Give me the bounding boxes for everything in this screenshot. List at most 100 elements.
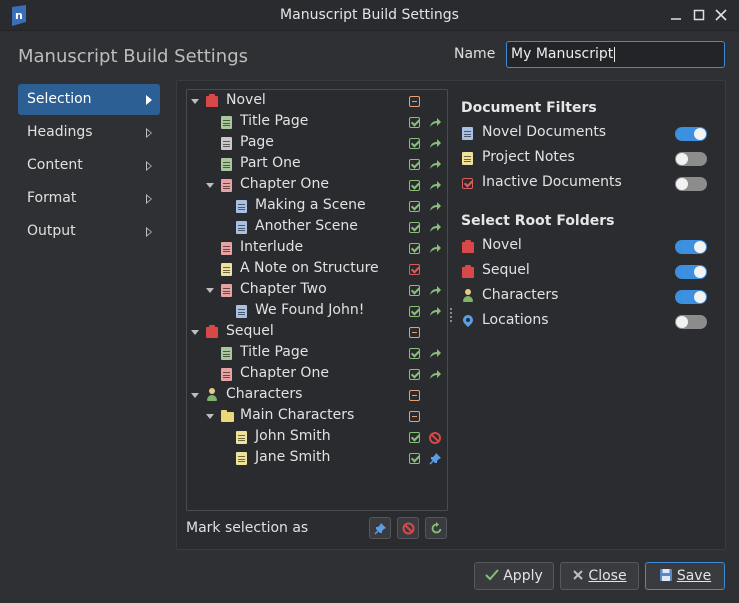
novel-root-toggle[interactable] — [675, 240, 707, 254]
expand-arrow-icon[interactable] — [191, 330, 199, 335]
tree-row-chapter-two[interactable]: Chapter Two — [187, 280, 447, 301]
sidebar-item-content[interactable]: Content — [18, 150, 160, 181]
characters-root-toggle[interactable] — [675, 290, 707, 304]
include-arrow-icon[interactable] — [429, 306, 442, 317]
included-check-icon[interactable] — [409, 117, 420, 128]
chevron-right-icon — [146, 161, 152, 171]
tree-row-page[interactable]: Page — [187, 133, 447, 154]
tree-row-sequel-title-page[interactable]: Title Page — [187, 343, 447, 364]
locations-root-toggle[interactable] — [675, 315, 707, 329]
splitter-handle[interactable] — [450, 308, 452, 326]
sequel-root-toggle[interactable] — [675, 265, 707, 279]
tree-item-label: Jane Smith — [255, 449, 331, 465]
text-caret — [614, 46, 616, 62]
partial-include-icon[interactable] — [409, 390, 420, 401]
included-check-icon[interactable] — [409, 306, 420, 317]
maximize-icon[interactable] — [690, 6, 708, 24]
expand-arrow-icon[interactable] — [191, 393, 199, 398]
sidebar-item-format[interactable]: Format — [18, 183, 160, 214]
excluded-icon[interactable] — [429, 432, 441, 444]
sidebar-item-output[interactable]: Output — [18, 216, 160, 247]
project-tree[interactable]: Novel Title Page Page Part One Chapter O… — [186, 89, 448, 511]
mark-reset-button[interactable] — [425, 517, 447, 539]
apply-button[interactable]: Apply — [474, 562, 554, 590]
sidebar-item-label: Content — [27, 157, 83, 173]
minimize-icon[interactable] — [667, 6, 685, 24]
close-button-label: Close — [588, 568, 627, 584]
name-input[interactable]: My Manuscript — [506, 41, 725, 68]
included-check-icon[interactable] — [409, 243, 420, 254]
included-check-icon[interactable] — [409, 222, 420, 233]
mark-excluded-button[interactable] — [397, 517, 419, 539]
root-label: Novel — [482, 237, 522, 253]
inactive-check-icon[interactable] — [409, 264, 420, 275]
include-arrow-icon[interactable] — [429, 348, 442, 359]
save-button[interactable]: Save — [645, 562, 725, 590]
included-check-icon[interactable] — [409, 138, 420, 149]
pin-icon[interactable] — [429, 452, 442, 465]
inactive-documents-icon — [462, 178, 473, 189]
project-notes-toggle[interactable] — [675, 152, 707, 166]
tree-row-main-characters[interactable]: Main Characters — [187, 406, 447, 427]
name-input-value: My Manuscript — [511, 46, 614, 62]
include-arrow-icon[interactable] — [429, 180, 442, 191]
tree-row-sequel-chapter-one[interactable]: Chapter One — [187, 364, 447, 385]
filter-row-inactive-documents: Inactive Documents — [461, 174, 707, 194]
partial-include-icon[interactable] — [409, 411, 420, 422]
include-arrow-icon[interactable] — [429, 243, 442, 254]
include-arrow-icon[interactable] — [429, 117, 442, 128]
close-button[interactable]: Close — [560, 562, 639, 590]
tree-item-label: A Note on Structure — [240, 260, 379, 276]
tree-row-title-page[interactable]: Title Page — [187, 112, 447, 133]
tree-row-john-smith[interactable]: John Smith — [187, 427, 447, 448]
include-arrow-icon[interactable] — [429, 159, 442, 170]
name-label: Name — [454, 46, 496, 62]
included-check-icon[interactable] — [409, 159, 420, 170]
expand-arrow-icon[interactable] — [206, 288, 214, 293]
tree-row-sequel[interactable]: Sequel — [187, 322, 447, 343]
tree-row-novel[interactable]: Novel — [187, 91, 447, 112]
included-check-icon[interactable] — [409, 201, 420, 212]
tree-row-chapter-one[interactable]: Chapter One — [187, 175, 447, 196]
include-arrow-icon[interactable] — [429, 369, 442, 380]
filter-label: Project Notes — [482, 149, 575, 165]
included-check-icon[interactable] — [409, 285, 420, 296]
tree-row-jane-smith[interactable]: Jane Smith — [187, 448, 447, 469]
tree-row-making-a-scene[interactable]: Making a Scene — [187, 196, 447, 217]
inactive-documents-toggle[interactable] — [675, 177, 707, 191]
tree-row-a-note-on-structure[interactable]: A Note on Structure — [187, 259, 447, 280]
novel-documents-toggle[interactable] — [675, 127, 707, 141]
tree-item-label: Chapter Two — [240, 281, 327, 297]
include-arrow-icon[interactable] — [429, 222, 442, 233]
close-window-icon[interactable] — [712, 6, 730, 24]
tree-row-characters[interactable]: Characters — [187, 385, 447, 406]
partial-include-icon[interactable] — [409, 96, 420, 107]
tree-row-we-found-john[interactable]: We Found John! — [187, 301, 447, 322]
expand-arrow-icon[interactable] — [191, 99, 199, 104]
include-arrow-icon[interactable] — [429, 138, 442, 149]
tree-row-interlude[interactable]: Interlude — [187, 238, 447, 259]
expand-arrow-icon[interactable] — [206, 183, 214, 188]
sidebar-item-headings[interactable]: Headings — [18, 117, 160, 148]
mark-pinned-button[interactable] — [369, 517, 391, 539]
included-check-icon[interactable] — [409, 180, 420, 191]
included-check-icon[interactable] — [409, 348, 420, 359]
partial-include-icon[interactable] — [409, 327, 420, 338]
included-check-icon[interactable] — [409, 453, 420, 464]
save-button-label: Save — [676, 568, 712, 584]
tree-item-label: Title Page — [240, 344, 309, 360]
mark-selection-label: Mark selection as — [186, 520, 309, 536]
included-check-icon[interactable] — [409, 369, 420, 380]
tree-row-part-one[interactable]: Part One — [187, 154, 447, 175]
included-check-icon[interactable] — [409, 432, 420, 443]
root-row-characters: Characters — [461, 287, 707, 307]
tree-row-another-scene[interactable]: Another Scene — [187, 217, 447, 238]
include-arrow-icon[interactable] — [429, 201, 442, 212]
tree-item-label: Characters — [226, 386, 303, 402]
root-label: Sequel — [482, 262, 530, 278]
expand-arrow-icon[interactable] — [206, 414, 214, 419]
scene-icon — [236, 305, 247, 318]
include-arrow-icon[interactable] — [429, 285, 442, 296]
sidebar-item-selection[interactable]: Selection — [18, 84, 160, 115]
root-row-locations: Locations — [460, 312, 707, 332]
